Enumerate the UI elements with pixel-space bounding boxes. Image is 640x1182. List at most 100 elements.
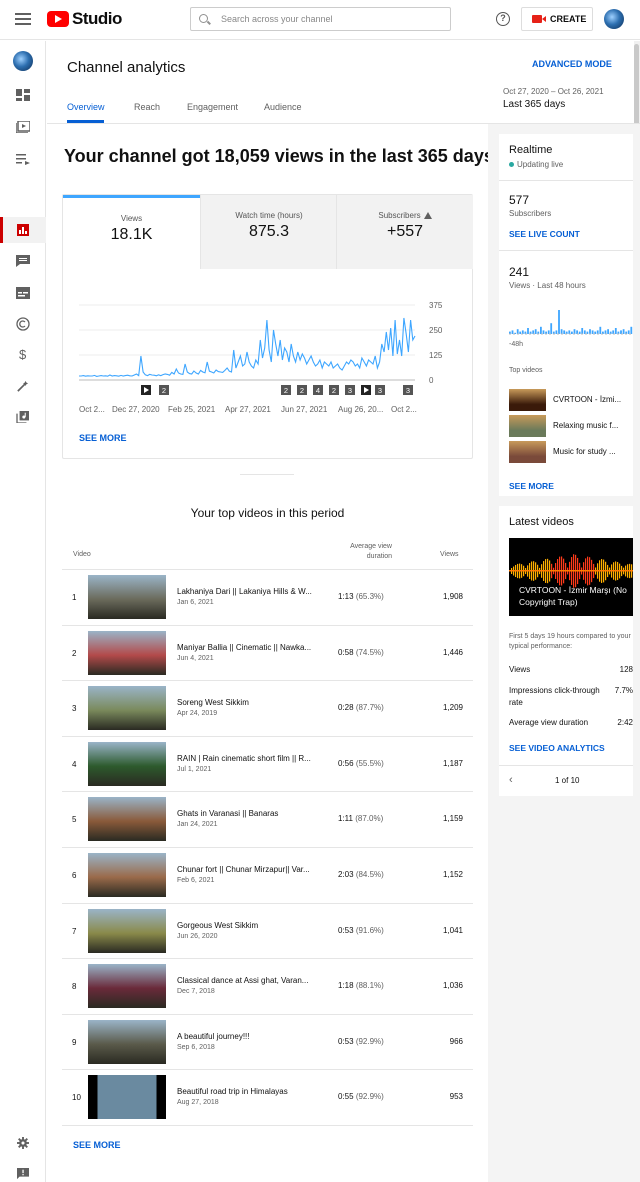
realtime-bar[interactable] (591, 330, 594, 334)
realtime-bar[interactable] (622, 329, 625, 334)
video-thumbnail[interactable] (88, 1075, 166, 1120)
realtime-bar[interactable] (614, 328, 617, 334)
realtime-bar[interactable] (607, 329, 609, 334)
realtime-bar[interactable] (612, 330, 615, 334)
realtime-top-video-item[interactable]: Relaxing music f... (509, 415, 633, 437)
realtime-bar[interactable] (516, 329, 519, 334)
video-title[interactable]: Lakhaniya Dari || Lakaniya Hills & W... (177, 587, 317, 596)
see-more-realtime-link[interactable]: SEE MORE (509, 481, 554, 491)
realtime-bar[interactable] (555, 330, 558, 334)
create-button[interactable]: CREATE (521, 7, 593, 31)
video-count-marker[interactable]: 2 (297, 385, 307, 395)
customization-icon[interactable] (16, 380, 30, 392)
realtime-bar[interactable] (534, 329, 537, 334)
video-count-marker[interactable]: 2 (281, 385, 291, 395)
realtime-bar[interactable] (560, 329, 563, 334)
video-title[interactable]: Classical dance at Assi ghat, Varan... (177, 976, 317, 985)
video-count-marker[interactable]: 2 (329, 385, 339, 395)
video-thumbnail[interactable] (509, 441, 546, 463)
metric-tab-views[interactable]: Views 18.1K (63, 195, 200, 269)
realtime-bar[interactable] (550, 323, 553, 334)
realtime-bar[interactable] (571, 331, 573, 334)
realtime-bar[interactable] (511, 330, 514, 334)
table-row[interactable]: 9 A beautiful journey!!! Sep 6, 2018 0:5… (62, 1013, 473, 1070)
realtime-top-video-item[interactable]: CVRTOON - İzmi... (509, 389, 633, 411)
video-thumbnail[interactable] (88, 575, 166, 619)
advanced-mode-button[interactable]: ADVANCED MODE (532, 59, 612, 69)
video-count-marker[interactable]: 4 (313, 385, 323, 395)
video-title[interactable]: A beautiful journey!!! (177, 1032, 317, 1041)
youtube-logo-icon[interactable] (47, 11, 69, 27)
metric-tab-watch-time[interactable]: Watch time (hours) 875.3 (200, 195, 337, 269)
realtime-bar[interactable] (519, 331, 522, 334)
table-row[interactable]: 1 Lakhaniya Dari || Lakaniya Hills & W..… (62, 569, 473, 625)
video-count-marker[interactable]: 2 (159, 385, 169, 395)
video-thumbnail[interactable] (509, 415, 546, 437)
realtime-bar[interactable] (521, 330, 524, 334)
video-title[interactable]: RAIN | Rain cinematic short film || R... (177, 754, 317, 763)
video-thumbnail[interactable] (88, 1019, 166, 1064)
realtime-bar[interactable] (563, 330, 566, 334)
playlists-icon[interactable] (16, 153, 30, 165)
monetization-icon[interactable]: $ (19, 347, 26, 362)
studio-logo-text[interactable]: Studio (72, 9, 122, 29)
content-icon[interactable] (16, 121, 30, 133)
realtime-bar[interactable] (604, 330, 607, 334)
video-thumbnail[interactable] (88, 964, 166, 1009)
help-icon[interactable]: ? (496, 12, 510, 26)
comments-icon[interactable] (16, 255, 30, 267)
realtime-bar-chart[interactable] (509, 306, 633, 338)
video-published-marker[interactable] (141, 385, 151, 395)
realtime-bar[interactable] (581, 328, 584, 334)
tab-overview[interactable]: Overview (67, 102, 105, 112)
video-count-marker[interactable]: 3 (375, 385, 385, 395)
realtime-bar[interactable] (627, 330, 630, 334)
column-header-views[interactable]: Views (440, 551, 459, 558)
video-title[interactable]: Soreng West Sikkim (177, 698, 317, 707)
column-header-avg-duration[interactable]: Average view duration (338, 542, 392, 562)
realtime-bar[interactable] (532, 330, 535, 334)
realtime-bar[interactable] (576, 330, 578, 334)
date-range-text[interactable]: Oct 27, 2020 – Oct 26, 2021 (503, 87, 604, 96)
realtime-bar[interactable] (573, 329, 576, 334)
channel-avatar[interactable] (13, 51, 33, 71)
latest-video-thumbnail[interactable]: CVRTOON - İzmir Marşı (No Copyright Trap… (509, 538, 633, 616)
see-video-analytics-link[interactable]: SEE VIDEO ANALYTICS (509, 743, 605, 753)
date-range-selector[interactable]: Last 365 days (503, 99, 565, 110)
video-title[interactable]: CVRTOON - İzmi... (553, 395, 621, 404)
video-published-marker[interactable] (361, 385, 371, 395)
realtime-bar[interactable] (630, 326, 633, 334)
analytics-icon[interactable] (16, 224, 30, 236)
video-thumbnail[interactable] (88, 797, 166, 842)
video-thumbnail[interactable] (88, 686, 166, 731)
video-thumbnail[interactable] (88, 741, 166, 786)
tab-audience[interactable]: Audience (264, 102, 302, 112)
realtime-bar[interactable] (568, 330, 571, 334)
views-series-line[interactable] (79, 317, 416, 377)
realtime-bar[interactable] (542, 330, 545, 334)
realtime-bar[interactable] (558, 310, 560, 334)
realtime-bar[interactable] (599, 326, 602, 334)
feedback-icon[interactable] (16, 1168, 30, 1180)
table-row[interactable]: 7 Gorgeous West Sikkim Jun 26, 2020 0:53… (62, 902, 473, 959)
search-box[interactable] (190, 7, 451, 31)
realtime-bar[interactable] (620, 330, 622, 334)
video-thumbnail[interactable] (88, 908, 166, 953)
subtitles-icon[interactable] (16, 287, 30, 299)
video-thumbnail[interactable] (88, 630, 166, 675)
copyright-icon[interactable] (16, 317, 30, 331)
video-count-marker[interactable]: 3 (345, 385, 355, 395)
realtime-bar[interactable] (589, 329, 591, 334)
tab-reach[interactable]: Reach (134, 102, 160, 112)
realtime-bar[interactable] (583, 330, 586, 334)
video-title[interactable]: Chunar fort || Chunar Mirzapur|| Var... (177, 865, 317, 874)
account-avatar[interactable] (604, 9, 624, 29)
video-count-marker[interactable]: 3 (403, 385, 413, 395)
table-row[interactable]: 8 Classical dance at Assi ghat, Varan...… (62, 958, 473, 1014)
video-title[interactable]: Relaxing music f... (553, 421, 618, 430)
audio-library-icon[interactable] (16, 411, 30, 423)
metric-tab-subscribers[interactable]: Subscribers +557 (336, 195, 473, 269)
video-title[interactable]: Gorgeous West Sikkim (177, 921, 317, 930)
realtime-bar[interactable] (540, 326, 542, 334)
table-row[interactable]: 5 Ghats in Varanasi || Banaras Jan 24, 2… (62, 791, 473, 847)
